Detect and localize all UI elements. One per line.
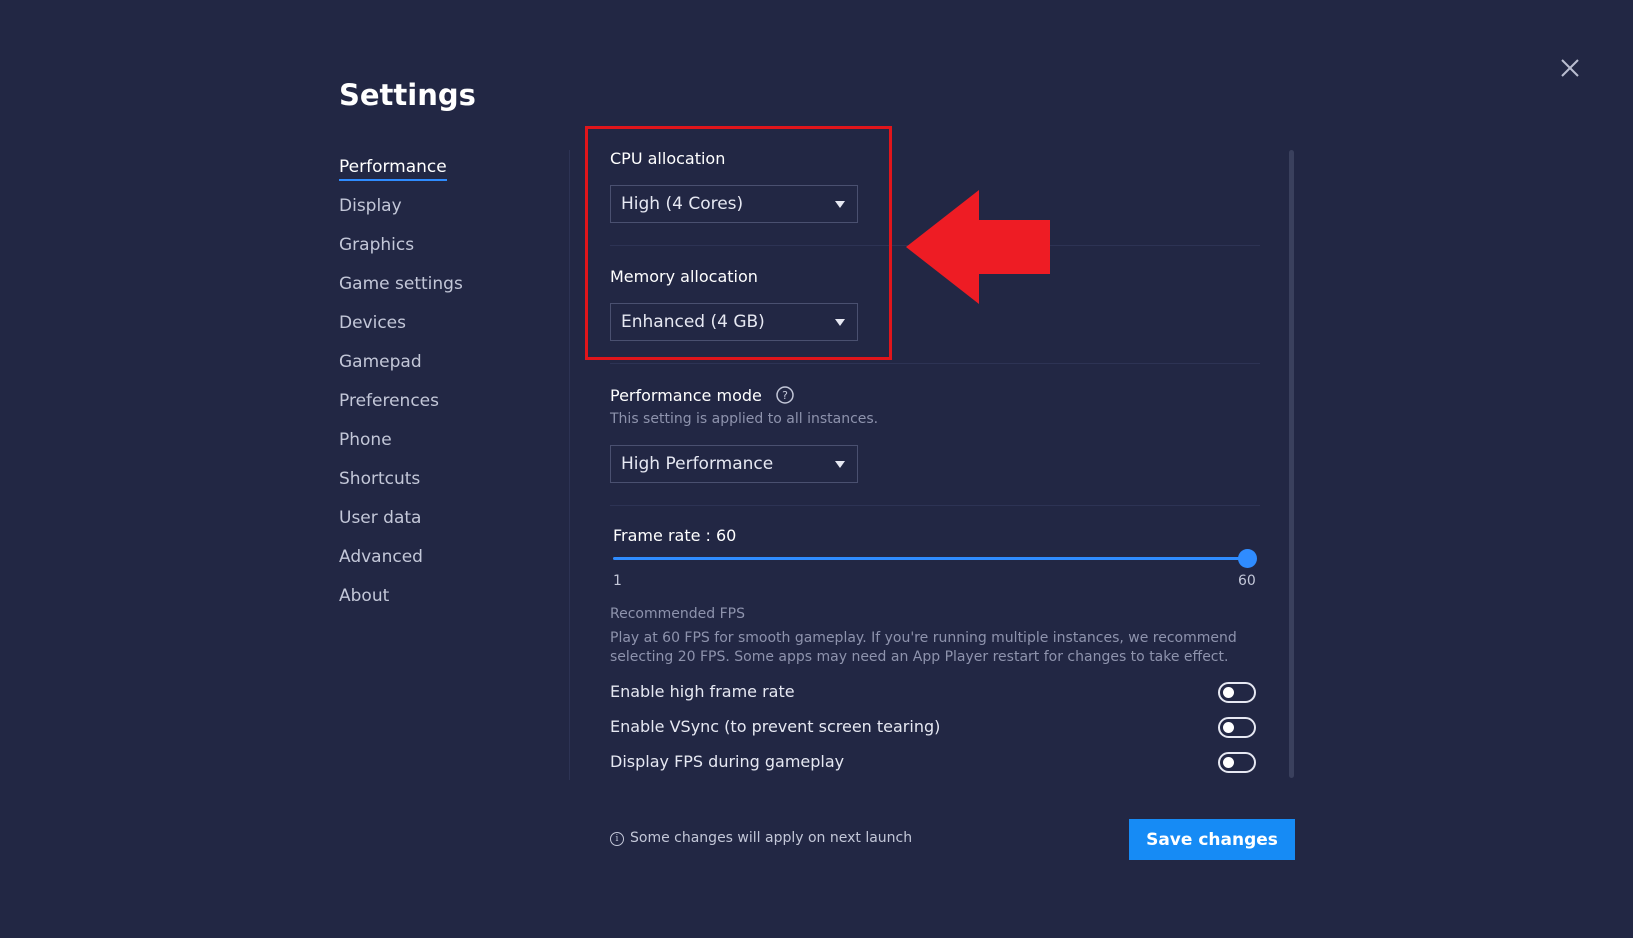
- sidebar-item-label: Graphics: [339, 235, 415, 255]
- high-frame-rate-label: Enable high frame rate: [610, 682, 795, 701]
- sidebar-item-label: Preferences: [339, 391, 439, 411]
- page-title: Settings: [339, 78, 476, 112]
- sidebar-item-label: About: [339, 586, 390, 606]
- sidebar-item-label: Devices: [339, 313, 406, 333]
- section-divider: [610, 363, 1260, 364]
- sidebar-item-graphics[interactable]: Graphics: [339, 230, 463, 269]
- frame-rate-max-label: 60: [1238, 573, 1256, 589]
- performance-mode-select[interactable]: High Performance: [610, 445, 858, 483]
- sidebar-item-user-data[interactable]: User data: [339, 503, 463, 542]
- frame-rate-min-label: 1: [613, 573, 622, 589]
- close-icon[interactable]: [1554, 52, 1586, 84]
- section-divider: [610, 505, 1260, 506]
- high-frame-rate-toggle[interactable]: [1218, 682, 1256, 703]
- sidebar-item-label: Game settings: [339, 274, 463, 294]
- frame-rate-label: Frame rate : 60: [613, 526, 737, 545]
- frame-rate-slider-track[interactable]: [613, 557, 1249, 560]
- sidebar-item-gamepad[interactable]: Gamepad: [339, 347, 463, 386]
- sidebar-item-advanced[interactable]: Advanced: [339, 542, 463, 581]
- recommended-fps-text-line2: selecting 20 FPS. Some apps may need an …: [610, 649, 1229, 665]
- svg-text:?: ?: [782, 389, 788, 402]
- settings-page: Settings Performance Display Graphics Ga…: [0, 0, 1633, 938]
- sidebar-item-preferences[interactable]: Preferences: [339, 386, 463, 425]
- sidebar-item-label: Performance: [339, 157, 447, 181]
- performance-mode-label: Performance mode ?: [610, 385, 795, 405]
- display-fps-label: Display FPS during gameplay: [610, 752, 845, 771]
- display-fps-toggle[interactable]: [1218, 752, 1256, 773]
- recommended-fps-text-line1: Play at 60 FPS for smooth gameplay. If y…: [610, 630, 1237, 646]
- sidebar-item-game-settings[interactable]: Game settings: [339, 269, 463, 308]
- sidebar-item-phone[interactable]: Phone: [339, 425, 463, 464]
- vsync-label: Enable VSync (to prevent screen tearing): [610, 717, 941, 736]
- sidebar-item-devices[interactable]: Devices: [339, 308, 463, 347]
- sidebar-item-performance[interactable]: Performance: [339, 152, 463, 191]
- sidebar-item-about[interactable]: About: [339, 581, 463, 620]
- settings-sidebar: Performance Display Graphics Game settin…: [339, 152, 463, 620]
- footer-note-text: Some changes will apply on next launch: [630, 830, 913, 846]
- recommended-fps-title: Recommended FPS: [610, 606, 745, 622]
- info-icon: i: [610, 832, 624, 846]
- help-icon[interactable]: ?: [775, 385, 795, 405]
- sidebar-divider: [569, 150, 570, 780]
- toggle-knob: [1223, 722, 1234, 733]
- sidebar-item-label: Display: [339, 196, 402, 216]
- sidebar-item-label: User data: [339, 508, 422, 528]
- sidebar-item-display[interactable]: Display: [339, 191, 463, 230]
- footer-note: i Some changes will apply on next launch: [610, 830, 912, 846]
- vsync-toggle[interactable]: [1218, 717, 1256, 738]
- sidebar-item-label: Gamepad: [339, 352, 422, 372]
- frame-rate-slider-thumb[interactable]: [1238, 549, 1257, 568]
- performance-mode-value: High Performance: [621, 454, 774, 474]
- chevron-down-icon: [835, 461, 845, 468]
- content-scrollbar[interactable]: [1289, 150, 1294, 778]
- save-changes-button[interactable]: Save changes: [1129, 819, 1295, 860]
- sidebar-item-label: Shortcuts: [339, 469, 421, 489]
- performance-mode-hint: This setting is applied to all instances…: [610, 411, 879, 427]
- sidebar-item-shortcuts[interactable]: Shortcuts: [339, 464, 463, 503]
- performance-mode-label-text: Performance mode: [610, 386, 762, 405]
- toggle-knob: [1223, 757, 1234, 768]
- toggle-knob: [1223, 687, 1234, 698]
- sidebar-item-label: Advanced: [339, 547, 423, 567]
- annotation-highlight-box: [585, 126, 892, 360]
- sidebar-item-label: Phone: [339, 430, 392, 450]
- annotation-arrow-icon: [906, 190, 1050, 304]
